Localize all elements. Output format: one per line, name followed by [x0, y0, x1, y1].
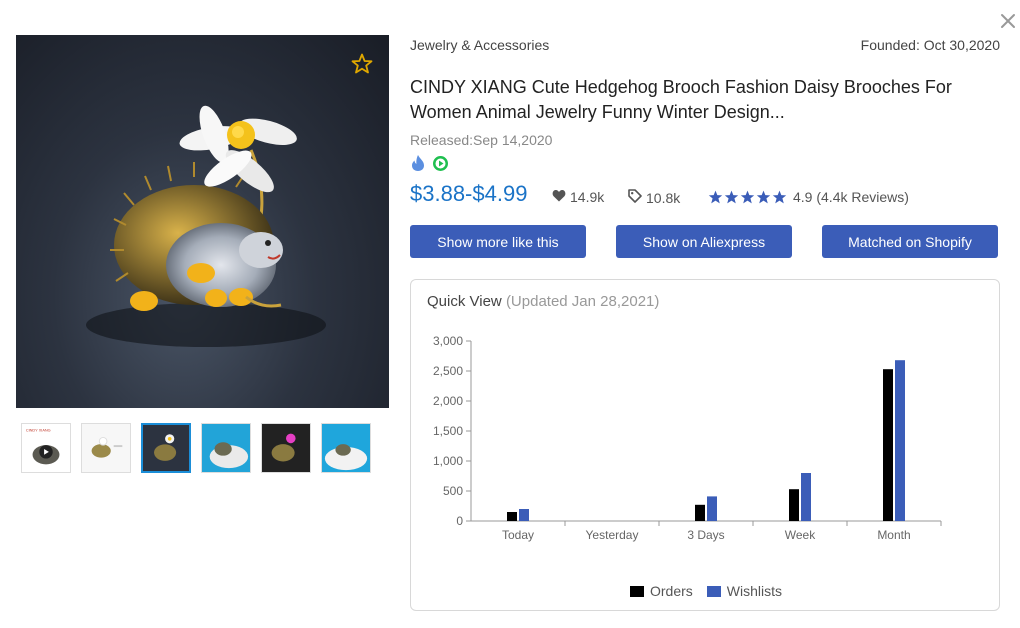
x-tick-label: Month: [877, 528, 910, 542]
show-more-like-this-button[interactable]: Show more like this: [410, 225, 586, 258]
thumbnail-3[interactable]: [141, 423, 191, 473]
legend-label-wishlists: Wishlists: [726, 583, 783, 599]
bar-wishlists-month: [895, 360, 905, 521]
favorite-star-icon[interactable]: [350, 52, 374, 76]
thumbnail-2[interactable]: [81, 423, 131, 473]
thumbnail-4[interactable]: [201, 423, 251, 473]
legend-swatch-orders: [629, 585, 644, 597]
orders-count: 10.8k: [646, 189, 681, 206]
star-icon: [724, 190, 739, 204]
matched-on-shopify-button[interactable]: Matched on Shopify: [822, 225, 998, 258]
rating-text[interactable]: 4.9 (4.4k Reviews): [793, 189, 909, 205]
thumbnail-1-label: CINDY XIANG: [26, 429, 51, 433]
heart-icon: [552, 189, 566, 205]
category-label[interactable]: Jewelry & Accessories: [410, 37, 549, 53]
fire-icon: [410, 154, 426, 177]
x-tick-label: Yesterday: [586, 528, 639, 542]
bar-wishlists-today: [519, 509, 529, 521]
bar-orders-week: [789, 489, 799, 521]
tag-icon: [628, 189, 642, 206]
legend-item-wishlists[interactable]: Wishlists: [706, 583, 783, 599]
star-icon: [740, 190, 755, 204]
released-date: Released:Sep 14,2020: [410, 132, 553, 148]
thumbnail-5[interactable]: [261, 423, 311, 473]
y-tick-label: 500: [443, 484, 463, 498]
show-on-aliexpress-button[interactable]: Show on Aliexpress: [616, 225, 792, 258]
star-icon: [756, 190, 771, 204]
play-icon: [432, 155, 449, 177]
star-icon: [772, 190, 787, 204]
bar-wishlists-3-days: [707, 496, 717, 521]
y-tick-label: 2,500: [433, 364, 463, 378]
bar-orders-3-days: [695, 504, 705, 521]
x-tick-label: Today: [502, 528, 534, 542]
rating-stat: 4.9 (4.4k Reviews): [708, 189, 909, 205]
likes-count: 14.9k: [570, 189, 605, 205]
thumbnail-1[interactable]: CINDY XIANG: [21, 423, 71, 473]
product-title: CINDY XIANG Cute Hedgehog Brooch Fashion…: [410, 77, 952, 122]
legend-item-orders[interactable]: Orders: [629, 583, 693, 599]
badge-row: [410, 154, 449, 177]
likes-stat: 14.9k: [552, 189, 604, 205]
quick-view-card: Quick View (Updated Jan 28,2021) 0 500 1,0…: [410, 279, 1000, 611]
close-icon[interactable]: [997, 10, 1019, 32]
price-range: $3.88-$4.99: [410, 181, 528, 206]
legend-swatch-wishlists: [706, 585, 721, 597]
x-tick-label: 3 Days: [687, 528, 724, 542]
star-icon: [708, 190, 723, 204]
x-tick-label: Week: [785, 528, 816, 542]
product-detail-modal: CINDY XIANG Jewelry & Accessories Founde…: [0, 0, 1020, 628]
y-tick-label: 3,000: [433, 334, 463, 348]
bar-orders-today: [507, 512, 517, 521]
y-tick-label: 1,000: [433, 454, 463, 468]
y-tick-label: 0: [456, 514, 463, 528]
founded-date: Founded: Oct 30,2020: [860, 37, 1000, 53]
product-main-image: [16, 35, 389, 408]
bar-wishlists-week: [801, 473, 811, 521]
orders-stat: 10.8k: [628, 189, 680, 206]
chart-legend: Orders Wishlists: [411, 583, 1001, 599]
legend-label-orders: Orders: [649, 583, 693, 599]
quick-view-chart: 0 500 1,000 1,500 2,000 2,500 3,000 Today Yester…: [433, 334, 942, 542]
bar-orders-month: [883, 369, 893, 521]
y-tick-label: 2,000: [433, 394, 463, 408]
thumbnail-strip: CINDY XIANG: [21, 423, 371, 473]
y-tick-label: 1,500: [433, 424, 463, 438]
rating-stars: [708, 190, 787, 204]
thumbnail-6[interactable]: [321, 423, 371, 473]
